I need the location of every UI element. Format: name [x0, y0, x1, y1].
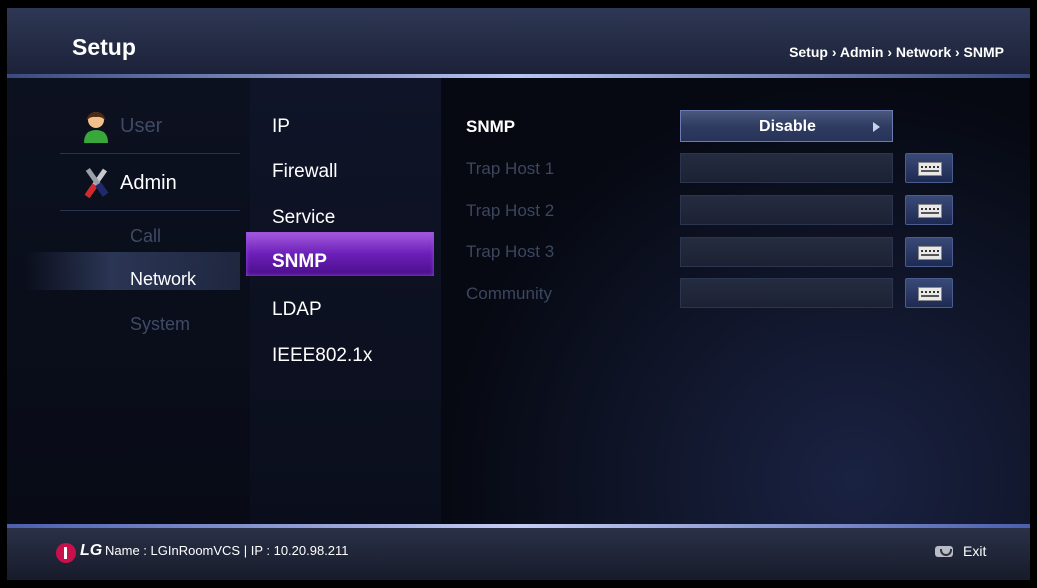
page-title: Setup [72, 34, 136, 60]
community-label: Community [466, 284, 552, 303]
category-column [7, 78, 250, 524]
breadcrumb: Setup › Admin › Network › SNMP [789, 44, 1004, 60]
category-admin[interactable]: Admin [120, 172, 177, 195]
trap-host-1-label: Trap Host 1 [466, 159, 555, 178]
menu-item-service[interactable]: Service [272, 207, 335, 229]
brand-label: LG [80, 542, 103, 559]
keyboard-icon[interactable] [905, 195, 953, 225]
snmp-label: SNMP [466, 117, 516, 136]
trap-host-2-input[interactable] [680, 195, 893, 225]
keyboard-icon[interactable] [905, 278, 953, 308]
submenu-call[interactable]: Call [130, 226, 161, 247]
lg-logo-icon [56, 543, 76, 563]
header-bar [7, 8, 1030, 76]
trap-host-3-input[interactable] [680, 237, 893, 267]
snmp-dropdown-value: Disable [759, 118, 816, 135]
arrow-right-icon [873, 122, 880, 132]
tools-icon [82, 165, 110, 199]
device-info: Name : LGInRoomVCS | IP : 10.20.98.211 [105, 543, 349, 558]
keyboard-icon[interactable] [905, 237, 953, 267]
submenu-network[interactable]: Network [130, 269, 196, 290]
phone-hangup-icon[interactable] [935, 546, 953, 557]
submenu-system[interactable]: System [130, 314, 190, 335]
category-user[interactable]: User [120, 115, 162, 138]
trap-host-3-label: Trap Host 3 [466, 242, 555, 261]
menu-item-firewall[interactable]: Firewall [272, 161, 337, 183]
menu-item-ieee8021x[interactable]: IEEE802.1x [272, 345, 372, 367]
category-divider [60, 210, 240, 211]
category-divider [60, 153, 240, 154]
user-icon [82, 110, 110, 144]
menu-item-ip[interactable]: IP [272, 116, 290, 138]
trap-host-1-input[interactable] [680, 153, 893, 183]
keyboard-icon[interactable] [905, 153, 953, 183]
exit-button[interactable]: Exit [963, 543, 986, 559]
menu-item-ldap[interactable]: LDAP [272, 299, 322, 321]
community-input[interactable] [680, 278, 893, 308]
trap-host-2-label: Trap Host 2 [466, 201, 555, 220]
menu-item-snmp[interactable]: SNMP [272, 251, 327, 273]
snmp-dropdown[interactable]: Disable [680, 110, 893, 142]
